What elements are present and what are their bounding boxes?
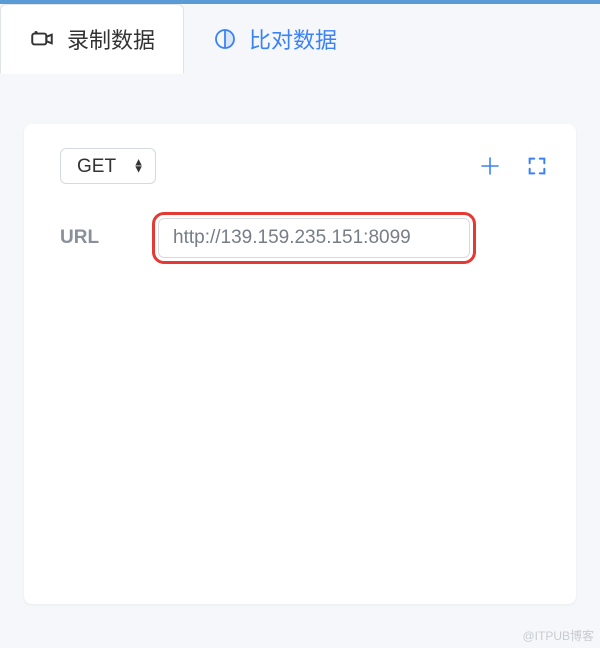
watermark-text: @ITPUB博客 — [522, 627, 594, 644]
main-panel: GET ▲▼ — [24, 124, 576, 604]
content-area: GET ▲▼ — [0, 74, 600, 628]
half-circle-icon — [213, 27, 237, 51]
tab-compare-label: 比对数据 — [249, 23, 337, 55]
panel-top-row: GET ▲▼ — [60, 148, 548, 184]
url-row: URL — [60, 212, 548, 264]
camera-icon — [29, 26, 55, 52]
tab-record-label: 录制数据 — [67, 23, 155, 55]
add-button[interactable] — [478, 154, 502, 178]
http-method-select-wrap: GET ▲▼ — [60, 148, 156, 184]
url-input[interactable] — [158, 218, 470, 258]
tabs-container: 录制数据 比对数据 — [0, 4, 600, 74]
url-highlight-box — [152, 212, 476, 264]
http-method-select[interactable]: GET — [60, 148, 156, 184]
url-label: URL — [60, 227, 120, 249]
tab-compare-data[interactable]: 比对数据 — [184, 4, 366, 74]
expand-button[interactable] — [526, 155, 548, 177]
tab-record-data[interactable]: 录制数据 — [0, 4, 184, 74]
action-icons — [478, 154, 548, 178]
